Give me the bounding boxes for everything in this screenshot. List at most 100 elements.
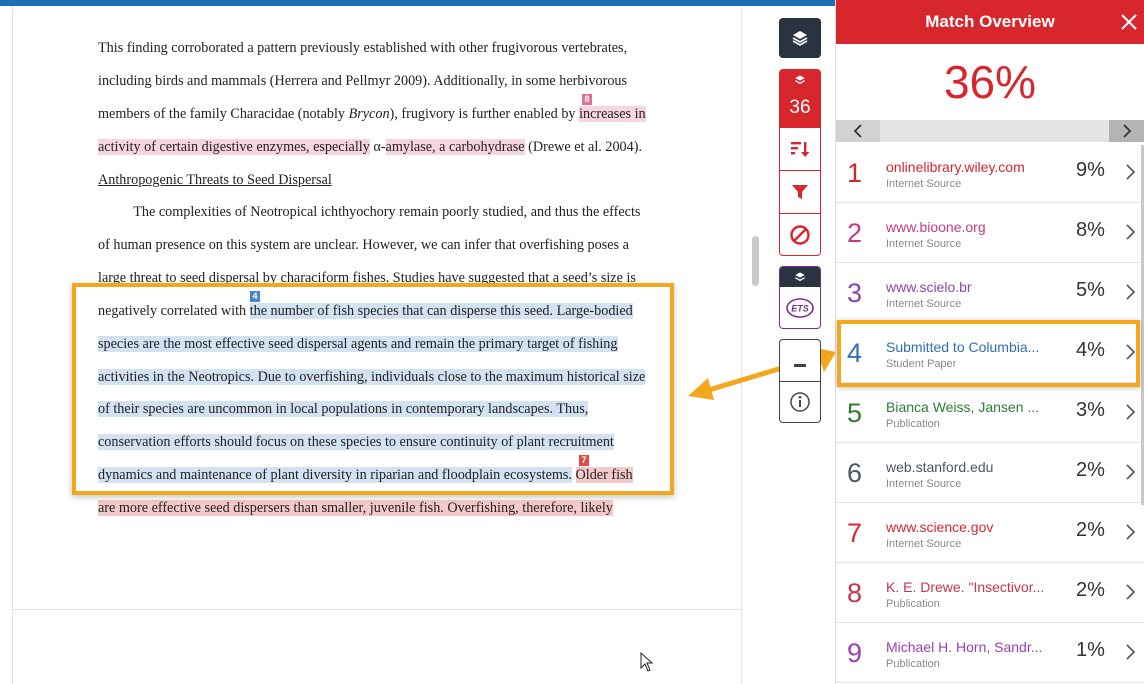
match-percent: 2% [1076,579,1105,601]
match-source-type: Internet Source [886,238,962,250]
match-source[interactable]: www.scielo.br [886,279,1046,295]
chevron-right-icon[interactable] [1125,643,1137,661]
download-icon [794,363,806,367]
match-row[interactable]: 3 www.scielo.br Internet Source 5% [836,263,1144,323]
document-text-segment: (Drewe et al. 2004). [524,139,643,155]
highlighted-match-text[interactable]: activity of certain digestive enzymes, e… [98,139,370,155]
match-source-type: Internet Source [886,178,962,190]
match-source-type: Internet Source [886,298,962,310]
info-icon [790,392,810,412]
match-percent: 5% [1076,279,1105,301]
chevron-right-icon[interactable] [1125,463,1137,481]
highlighted-passage-callout [72,283,674,495]
document-text-segment: Brycon [348,106,390,122]
info-tools-group [779,339,821,423]
ets-tools-group: ETS [779,266,821,329]
layers-button[interactable] [779,18,821,58]
filter-button[interactable] [780,170,820,213]
match-row[interactable]: 9 Michael H. Horn, Sandr... Publication 1% [836,623,1144,683]
info-button[interactable] [780,381,820,422]
layers-icon [795,272,805,282]
document-text-segment: ), frugivory is further enabled by [389,106,580,122]
document-text-segment: α- [369,139,386,155]
match-source[interactable]: Bianca Weiss, Jansen ... [886,399,1046,415]
match-source[interactable]: www.science.gov [886,519,1046,535]
document-line: Anthropogenic Threats to Seed Dispersal [98,170,332,190]
match-number: 3 [847,278,863,308]
match-row[interactable]: 8 K. E. Drewe. "Insectivor... Publication 2… [836,563,1144,623]
chevron-right-icon[interactable] [1125,163,1137,181]
document-text-segment: The complexities of Neotropical ichthyoc… [98,204,641,220]
highlighted-match-text[interactable]: amylase, a carbohydrase [385,139,525,155]
document-line: activity of certain digestive enzymes, e… [98,137,642,157]
document-line: This finding corroborated a pattern prev… [98,38,627,58]
match-percent: 1% [1076,639,1105,661]
ets-button[interactable]: ETS [780,287,820,328]
exclude-button[interactable] [780,213,820,255]
match-source[interactable]: Michael H. Horn, Sandr... [886,639,1046,655]
panel-title: Match Overview [925,12,1055,31]
match-number: 6 [847,458,863,488]
match-number: 7 [847,518,863,548]
match-tools-group: 36 [779,69,821,256]
document-text-segment: of human presence on this system are unc… [98,237,629,253]
mouse-cursor-icon [640,652,654,672]
sort-icon [791,142,810,157]
highlighted-match-text[interactable]: are more effective seed dispersers than … [98,500,613,516]
close-icon[interactable] [1120,13,1138,31]
match-source[interactable]: www.bioone.org [886,219,1046,235]
overall-similarity-percent: 36% [943,56,1037,108]
document-text-segment: Anthropogenic Threats to Seed Dispersal [98,172,332,188]
chevron-right-icon [1122,124,1131,138]
match-percent: 3% [1076,399,1105,421]
chevron-right-icon[interactable] [1125,583,1137,601]
match-pager [836,120,1144,142]
document-scrollbar[interactable] [752,236,759,286]
match-count-button[interactable]: 36 [780,90,820,127]
match-row[interactable]: 7 www.science.gov Internet Source 2% [836,503,1144,563]
chevron-right-icon[interactable] [1125,283,1137,301]
match-number: 1 [847,158,863,188]
match-layer-cap [780,70,820,90]
match-number: 2 [847,218,863,248]
chevron-right-icon[interactable] [1125,403,1137,421]
sort-button[interactable] [780,127,820,170]
match-row[interactable]: 2 www.bioone.org Internet Source 8% [836,203,1144,263]
ets-icon: ETS [786,298,814,318]
document-line: members of the family Characidae (notabl… [98,104,646,124]
match-source-type: Publication [886,598,940,610]
match-percent: 9% [1076,159,1105,181]
document-text-segment: This finding corroborated a pattern prev… [98,40,628,56]
match-row[interactable]: 1 onlinelibrary.wiley.com Internet Source 9… [836,143,1144,203]
document-line: of human presence on this system are unc… [98,235,629,255]
match-percent: 2% [1076,459,1105,481]
match-marker-8[interactable]: 8 [582,94,592,105]
ets-layer-cap [780,267,820,287]
match-source-type: Publication [886,418,940,430]
match-source[interactable]: onlinelibrary.wiley.com [886,159,1046,175]
match-row[interactable]: 6 web.stanford.edu Internet Source 2% [836,443,1144,503]
selected-match-highlight [837,320,1140,387]
document-line: are more effective seed dispersers than … [98,498,613,518]
match-row[interactable]: 5 Bianca Weiss, Jansen ... Publication 3% [836,383,1144,443]
download-button[interactable] [780,340,820,381]
page-divider [12,609,742,610]
match-number: 9 [847,638,863,668]
document-text-segment: including birds and mammals (Herrera and… [98,73,628,89]
layers-icon [795,75,805,85]
filter-icon [792,185,808,199]
match-source[interactable]: web.stanford.edu [886,459,1046,475]
block-icon [790,225,810,245]
chevron-left-icon [853,124,862,138]
chevron-right-icon[interactable] [1125,223,1137,241]
pager-track[interactable] [880,120,1109,142]
document-line: including birds and mammals (Herrera and… [98,71,627,91]
match-percent: 2% [1076,519,1105,541]
match-source-type: Internet Source [886,478,962,490]
match-source[interactable]: K. E. Drewe. "Insectivor... [886,579,1046,595]
previous-page-button[interactable] [836,120,880,142]
match-source-type: Internet Source [886,538,962,550]
chevron-right-icon[interactable] [1125,523,1137,541]
highlighted-match-text[interactable]: increases in [579,106,646,122]
next-page-button[interactable] [1109,120,1144,142]
